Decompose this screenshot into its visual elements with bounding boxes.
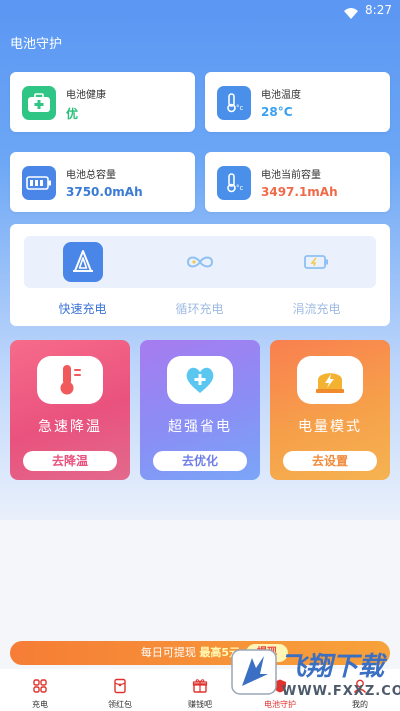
bolt-icon <box>297 356 363 404</box>
battery-health-label: 电池健康 <box>66 90 106 101</box>
status-time: 8:27 <box>365 3 392 17</box>
page-title: 电池守护 <box>10 37 63 52</box>
thermometer-icon: °c <box>217 166 251 200</box>
battery-health-value: 优 <box>66 107 79 121</box>
thermometer-icon: °c <box>217 86 251 120</box>
heart-plus-icon <box>167 356 233 404</box>
battery-trickle-icon <box>297 242 337 282</box>
watermark: 飞翔下载 WWW.FXXZ.COM <box>228 644 400 706</box>
mode-cycle-charge-label: 循环充电 <box>175 302 224 316</box>
mode-fast-charge-label: 快速充电 <box>58 302 107 316</box>
first-aid-icon <box>22 86 56 120</box>
battery-current-capacity-label: 电池当前容量 <box>261 170 321 181</box>
gift-icon <box>192 679 208 693</box>
watermark-logo-icon <box>231 649 277 695</box>
charge-mode-panel: 快速充电 循环充电 涓流充电 <box>10 224 390 326</box>
battery-health-card[interactable]: 电池健康 优 <box>10 72 195 132</box>
feature-cooling-card[interactable]: 急速降温 去降温 <box>10 340 130 480</box>
svg-text:°c: °c <box>236 104 244 112</box>
tab-charge[interactable]: 充电 <box>0 669 80 711</box>
feature-power-mode-title: 电量模式 <box>298 419 362 435</box>
battery-current-capacity-value: 3497.1mAh <box>261 185 338 199</box>
feature-power-saving-title: 超强省电 <box>168 419 232 435</box>
feature-power-saving-card[interactable]: 超强省电 去优化 <box>140 340 260 480</box>
battery-icon <box>22 166 56 200</box>
thermometer-icon <box>37 356 103 404</box>
svg-text:°c: °c <box>236 184 244 192</box>
mode-trickle-charge[interactable]: 涓流充电 <box>258 224 375 326</box>
battery-total-capacity-card[interactable]: 电池总容量 3750.0mAh <box>10 152 195 212</box>
feature-power-mode-button[interactable]: 去设置 <box>283 451 377 471</box>
rocket-icon <box>62 242 103 282</box>
feature-power-mode-card[interactable]: 电量模式 去设置 <box>270 340 390 480</box>
battery-temperature-label: 电池温度 <box>261 90 301 101</box>
feature-power-saving-button[interactable]: 去优化 <box>153 451 247 471</box>
mode-cycle-charge[interactable]: 循环充电 <box>141 224 258 326</box>
battery-current-capacity-card[interactable]: °c 电池当前容量 3497.1mAh <box>205 152 390 212</box>
watermark-logo-text: 飞翔下载 <box>280 652 385 682</box>
mode-fast-charge[interactable]: 快速充电 <box>24 224 141 326</box>
withdraw-banner-label: 每日可提现 <box>140 646 196 659</box>
tab-charge-label: 充电 <box>32 700 48 709</box>
tab-red-packet[interactable]: 领红包 <box>80 669 160 711</box>
red-packet-icon <box>114 678 126 694</box>
grid-icon <box>33 679 47 693</box>
infinity-icon <box>180 242 220 282</box>
battery-temperature-value: 28°C <box>261 105 293 119</box>
battery-total-capacity-label: 电池总容量 <box>66 170 116 181</box>
feature-cooling-button[interactable]: 去降温 <box>23 451 117 471</box>
wifi-icon <box>344 4 358 23</box>
mode-trickle-charge-label: 涓流充电 <box>292 302 341 316</box>
status-bar: 8:27 <box>0 0 400 22</box>
watermark-url: WWW.FXXZ.COM <box>282 684 400 699</box>
feature-cooling-title: 急速降温 <box>38 419 102 435</box>
battery-temperature-card[interactable]: °c 电池温度 28°C <box>205 72 390 132</box>
withdraw-banner-text: 每日可提现 最高5元 <box>10 641 240 665</box>
battery-total-capacity-value: 3750.0mAh <box>66 185 143 199</box>
tab-red-packet-label: 领红包 <box>108 700 132 709</box>
